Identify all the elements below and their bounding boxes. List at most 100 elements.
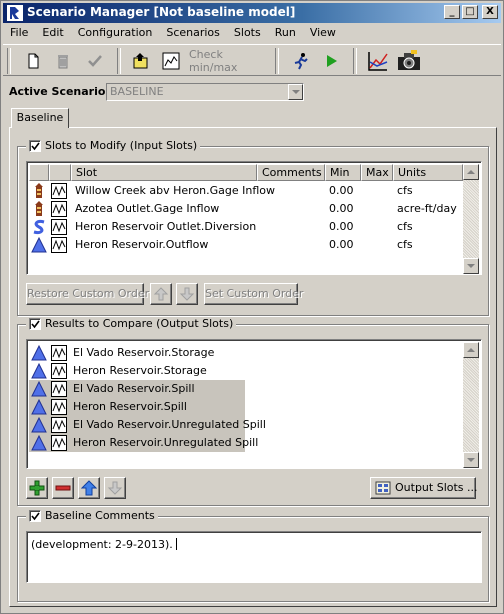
column-header-min[interactable]: Min (325, 164, 361, 181)
move-down-button[interactable] (176, 283, 198, 305)
output-slots-button[interactable]: Output Slots ... (370, 477, 478, 499)
input-slots-group: Slots to Modify (Input Slots) Slot Comme… (17, 139, 489, 316)
slot-name: El Vado Reservoir.Storage (73, 346, 215, 359)
title-bar[interactable]: Scenario Manager [Not baseline model] _ … (3, 3, 501, 23)
set-custom-order-button[interactable]: Set Custom Order (204, 283, 303, 305)
slot-units: cfs (397, 220, 413, 233)
graph-icon[interactable] (365, 48, 391, 74)
slot-units: cfs (397, 238, 413, 251)
menu-bar: File Edit Configuration Scenarios Slots … (3, 24, 343, 42)
new-scenario-icon[interactable] (21, 48, 45, 74)
menu-run[interactable]: Run (268, 24, 303, 42)
menu-scenarios[interactable]: Scenarios (159, 24, 227, 42)
slot-name: Heron Reservoir.Unregulated Spill (73, 436, 259, 449)
trash-icon[interactable] (51, 48, 75, 74)
toolbar-separator (117, 48, 121, 74)
slot-units: cfs (397, 184, 413, 197)
list-item[interactable]: El Vado Reservoir.Unregulated Spill (29, 416, 266, 434)
move-up-button[interactable] (78, 477, 100, 499)
slot-min: 0.00 (329, 184, 354, 197)
slot-name: El Vado Reservoir.Unregulated Spill (73, 418, 266, 431)
input-slots-title: Slots to Modify (Input Slots) (45, 139, 198, 152)
scroll-up-arrow-icon[interactable] (463, 164, 479, 180)
column-header-slot[interactable]: Slot (71, 164, 257, 181)
active-scenario-label: Active Scenario: (9, 85, 110, 98)
menu-slots[interactable]: Slots (227, 24, 268, 42)
input-slots-table: Slot Comments Min Max Units Willow Creek… (26, 161, 482, 275)
slot-min: 0.00 (329, 220, 354, 233)
minimize-button[interactable]: _ (444, 5, 460, 19)
remove-slot-button[interactable] (52, 477, 74, 499)
toolbar-separator (353, 48, 357, 74)
toolbar-separator (7, 48, 11, 74)
text-caret (175, 538, 177, 550)
input-slots-scrollbar[interactable] (463, 164, 479, 274)
restore-custom-order-button[interactable]: Restore Custom Order (26, 283, 149, 305)
menu-view[interactable]: View (303, 24, 343, 42)
plot-icon[interactable] (51, 435, 67, 457)
slot-name: Heron Reservoir Outlet.Diversion (75, 220, 257, 233)
list-item[interactable]: El Vado Reservoir.Storage (29, 344, 249, 362)
close-button[interactable]: X (482, 5, 498, 19)
slot-name: Heron Reservoir.Spill (73, 400, 187, 413)
table-row[interactable]: Heron Reservoir Outlet.Diversion 0.00 cf… (29, 218, 463, 236)
baseline-comments-title: Baseline Comments (45, 509, 155, 522)
column-header-comments[interactable]: Comments (257, 164, 325, 181)
scroll-down-arrow-icon[interactable] (463, 258, 479, 274)
chevron-down-icon[interactable] (288, 84, 303, 100)
list-item[interactable]: Heron Reservoir.Unregulated Spill (29, 434, 258, 452)
baseline-tab-panel: Slots to Modify (Input Slots) Slot Comme… (9, 127, 497, 607)
column-header-max[interactable]: Max (361, 164, 393, 181)
snapshot-camera-icon[interactable] (395, 48, 423, 74)
output-slots-group: Results to Compare (Output Slots) El Vad… (17, 317, 489, 506)
scenario-manager-window: Scenario Manager [Not baseline model] _ … (0, 0, 504, 614)
plot-icon[interactable] (159, 48, 183, 74)
run-person-icon[interactable] (289, 48, 313, 74)
baseline-comments-group: Baseline Comments (development: 2-9-2013… (17, 509, 489, 602)
list-item[interactable]: El Vado Reservoir.Spill (29, 380, 245, 398)
slot-name: Heron Reservoir.Storage (73, 364, 207, 377)
toolbar-separator (275, 48, 279, 74)
checkmark-icon[interactable] (83, 48, 107, 74)
scroll-up-arrow-icon[interactable] (463, 342, 479, 358)
column-header-plot[interactable] (49, 164, 71, 181)
slot-name: El Vado Reservoir.Spill (73, 382, 195, 395)
output-slots-checkbox[interactable] (29, 317, 41, 330)
window-title: Scenario Manager [Not baseline model] (27, 5, 296, 19)
menu-edit[interactable]: Edit (35, 24, 70, 42)
column-header-icon[interactable] (29, 164, 49, 181)
reservoir-icon (31, 434, 47, 457)
column-header-units[interactable]: Units (393, 164, 463, 181)
slot-min: 0.00 (329, 238, 354, 251)
plot-icon[interactable] (51, 237, 67, 259)
baseline-comments-checkbox[interactable] (29, 509, 41, 522)
export-slots-icon[interactable] (129, 48, 153, 74)
table-row[interactable]: Willow Creek abv Heron.Gage Inflow 0.00 … (29, 182, 463, 200)
baseline-comments-text: (development: 2-9-2013). (31, 538, 173, 551)
reservoir-icon (31, 236, 47, 259)
move-up-button[interactable] (150, 283, 172, 305)
scroll-down-arrow-icon[interactable] (463, 452, 479, 468)
table-row[interactable]: Azotea Outlet.Gage Inflow 0.00 acre-ft/d… (29, 200, 463, 218)
tab-baseline[interactable]: Baseline (11, 108, 69, 128)
play-icon[interactable] (319, 48, 343, 74)
move-down-button[interactable] (104, 477, 126, 499)
list-item[interactable]: Heron Reservoir.Storage (29, 362, 249, 380)
maximize-button[interactable]: □ (462, 5, 478, 19)
add-slot-button[interactable] (26, 477, 48, 499)
baseline-comments-textarea[interactable]: (development: 2-9-2013). (26, 531, 482, 583)
riverware-logo-icon (7, 5, 23, 21)
slot-name: Heron Reservoir.Outflow (75, 238, 209, 251)
menu-file[interactable]: File (3, 24, 35, 42)
slot-name: Azotea Outlet.Gage Inflow (75, 202, 220, 215)
slot-min: 0.00 (329, 202, 354, 215)
toolbar: Check min/max (3, 44, 501, 76)
active-scenario-select[interactable]: BASELINE (106, 83, 304, 101)
menu-configuration[interactable]: Configuration (71, 24, 160, 42)
table-row[interactable]: Heron Reservoir.Outflow 0.00 cfs (29, 236, 463, 254)
input-slots-checkbox[interactable] (29, 139, 41, 152)
output-slots-scrollbar[interactable] (463, 342, 479, 468)
list-item[interactable]: Heron Reservoir.Spill (29, 398, 245, 416)
check-min-max-button[interactable]: Check min/max (189, 48, 269, 74)
output-slots-icon (375, 480, 391, 503)
